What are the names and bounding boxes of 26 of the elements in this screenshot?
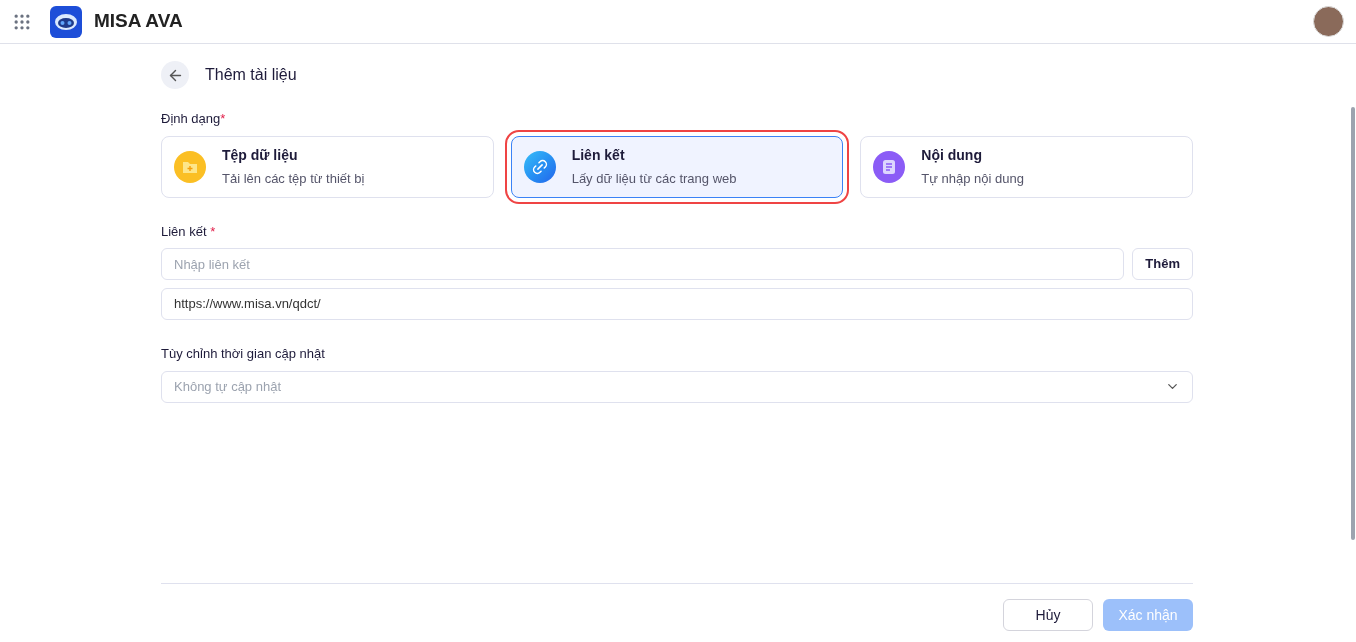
robot-logo-icon bbox=[50, 5, 82, 38]
option-description: Tải lên các tệp từ thiết bị bbox=[222, 169, 365, 188]
format-option[interactable]: Nội dung Tự nhập nội dung bbox=[860, 135, 1193, 198]
page-title: Thêm tài liệu bbox=[205, 65, 297, 85]
document-icon bbox=[873, 150, 906, 183]
link-entry: https://www.misa.vn/qdct/ bbox=[161, 288, 1193, 320]
required-mark: * bbox=[220, 111, 226, 126]
scrollbar-thumb[interactable] bbox=[1351, 107, 1355, 540]
option-title: Nội dung bbox=[921, 145, 983, 165]
add-button[interactable]: Thêm bbox=[1132, 248, 1193, 280]
folder-icon bbox=[174, 150, 206, 183]
field-label: Tùy chỉnh thời gian cập nhật bbox=[161, 345, 326, 363]
app-name: MISA AVA bbox=[94, 9, 183, 34]
field-label: Liên kết bbox=[161, 223, 207, 239]
required-mark: * bbox=[210, 223, 216, 239]
option-title: Liên kết bbox=[571, 145, 626, 165]
link-icon bbox=[523, 150, 556, 183]
option-description: Tự nhập nội dung bbox=[921, 169, 1024, 188]
option-title: Tệp dữ liệu bbox=[222, 145, 299, 165]
avatar[interactable] bbox=[1313, 6, 1344, 37]
link-input-field[interactable]: Nhập liên kết bbox=[161, 248, 1125, 280]
back-button[interactable] bbox=[161, 61, 189, 89]
field-label: Định dạng bbox=[161, 111, 221, 126]
format-option[interactable]: Tệp dữ liệu Tải lên các tệp từ thiết bị bbox=[161, 135, 494, 198]
option-description: Lấy dữ liệu từ các trang web bbox=[571, 169, 737, 188]
cancel-button[interactable]: Hủy bbox=[1003, 599, 1093, 631]
